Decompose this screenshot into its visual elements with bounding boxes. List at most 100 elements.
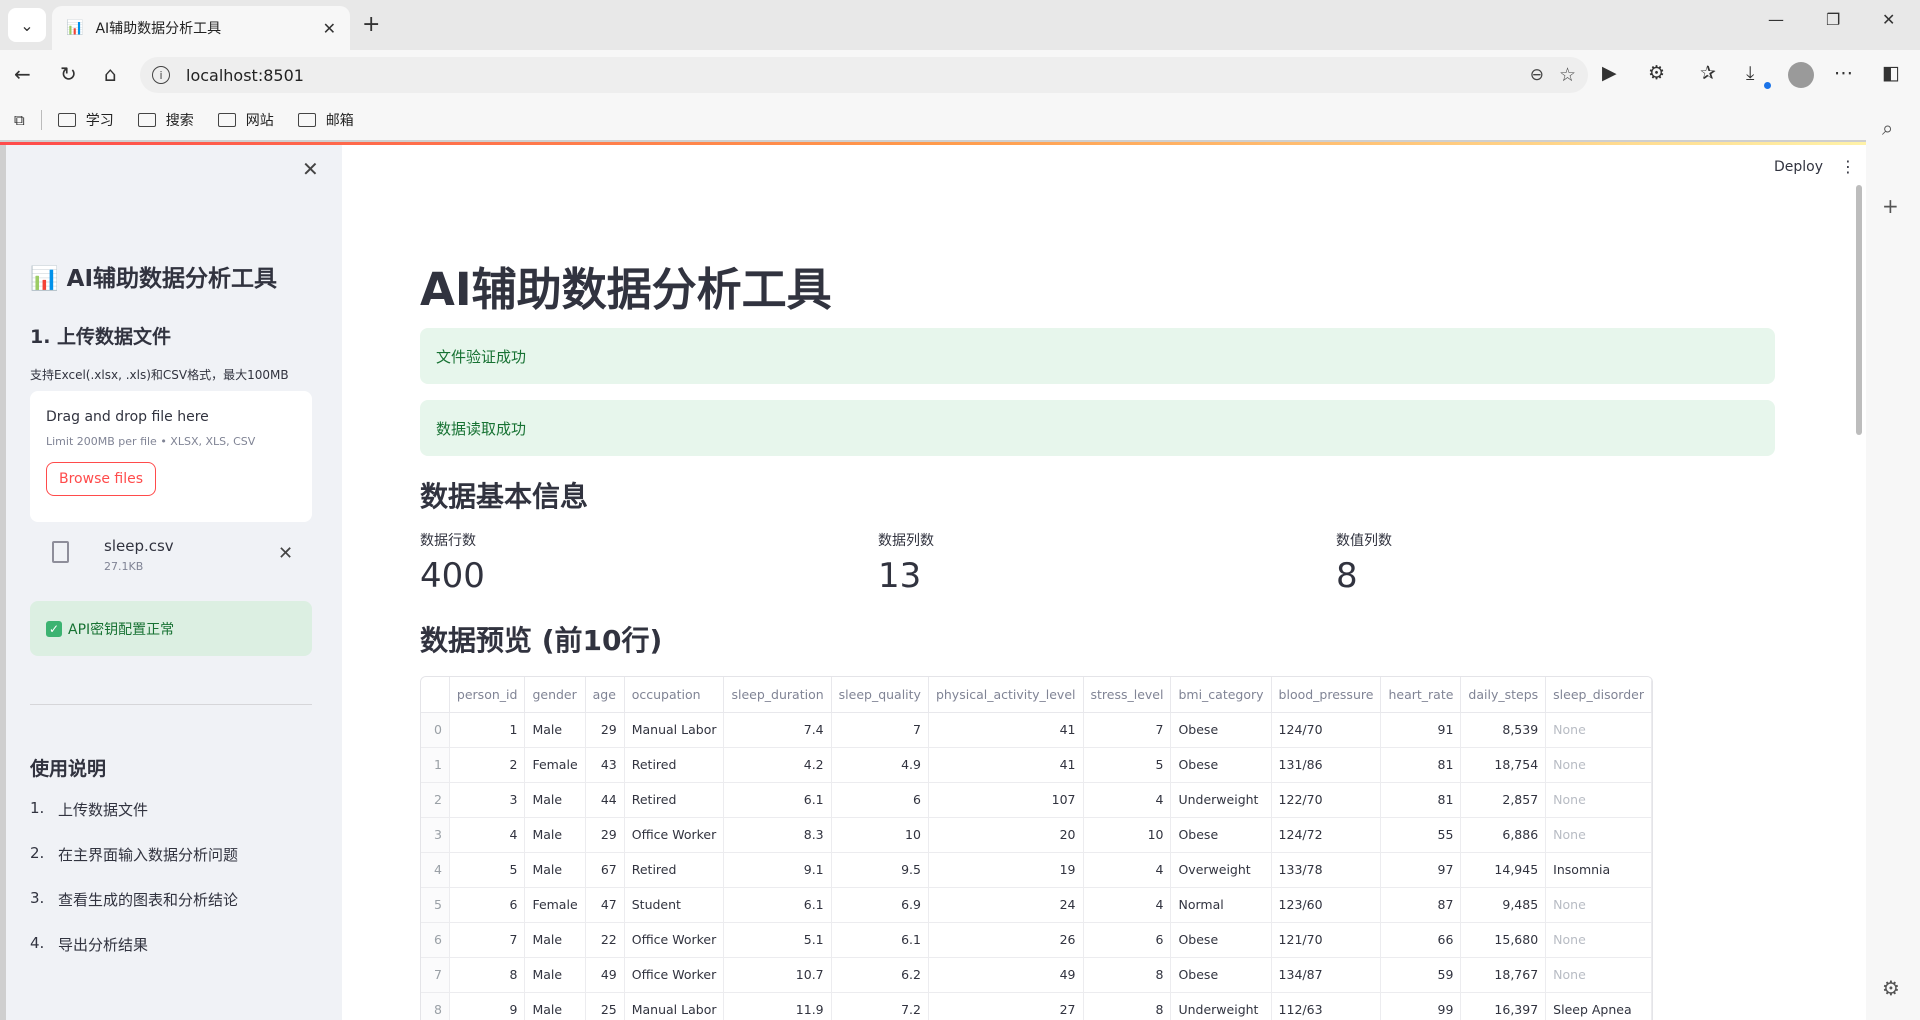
table-row[interactable]: 0 1 Male 29 Manual Labor 7.4 7 41 7 Obese 124/70 91… xyxy=(421,712,1652,748)
column-header[interactable]: sleep_quality xyxy=(831,677,929,713)
table-cell[interactable]: 7.2 xyxy=(831,992,929,1020)
column-header[interactable]: stress_level xyxy=(1083,677,1172,713)
table-cell[interactable]: 7.4 xyxy=(723,712,832,748)
table-cell[interactable]: 5 xyxy=(449,852,526,888)
table-cell[interactable]: 27 xyxy=(928,992,1084,1020)
table-cell[interactable]: 124/70 xyxy=(1271,712,1382,748)
table-cell[interactable]: 16,397 xyxy=(1460,992,1547,1020)
table-cell[interactable]: Male xyxy=(524,922,586,958)
table-cell[interactable]: Obese xyxy=(1170,817,1272,853)
table-cell[interactable]: 6,886 xyxy=(1460,817,1547,853)
more-options-icon[interactable]: ⋯ xyxy=(1834,62,1853,84)
column-header[interactable]: person_id xyxy=(449,677,526,713)
table-cell[interactable]: None xyxy=(1545,782,1652,818)
table-cell[interactable]: 14,945 xyxy=(1460,852,1547,888)
table-cell[interactable]: 124/72 xyxy=(1271,817,1382,853)
table-cell[interactable]: 44 xyxy=(585,782,625,818)
table-cell[interactable]: 131/86 xyxy=(1271,747,1382,783)
table-cell[interactable]: 7 xyxy=(1083,712,1172,748)
data-preview-table[interactable]: person_id gender age occupation sleep_durati… xyxy=(420,676,1653,1020)
table-cell[interactable]: 66 xyxy=(1380,922,1462,958)
table-cell[interactable]: Male xyxy=(524,782,586,818)
table-row[interactable]: 3 4 Male 29 Office Worker 8.3 10 20 10 Obese 124/7… xyxy=(421,817,1652,853)
table-cell[interactable]: 81 xyxy=(1380,782,1462,818)
table-cell[interactable]: 6 xyxy=(449,887,526,923)
table-cell[interactable]: 6 xyxy=(831,782,929,818)
table-cell[interactable]: 18,767 xyxy=(1460,957,1547,993)
table-cell[interactable]: 67 xyxy=(585,852,625,888)
table-cell[interactable]: 10 xyxy=(831,817,929,853)
table-cell[interactable]: Obese xyxy=(1170,957,1272,993)
table-cell[interactable]: 18,754 xyxy=(1460,747,1547,783)
table-cell[interactable]: 5 xyxy=(1083,747,1172,783)
column-header[interactable]: age xyxy=(585,677,625,713)
table-cell[interactable]: 49 xyxy=(928,957,1084,993)
table-cell[interactable]: Female xyxy=(524,747,586,783)
table-cell[interactable]: Obese xyxy=(1170,747,1272,783)
row-index-cell[interactable]: 2 xyxy=(421,782,450,818)
table-cell[interactable]: 8 xyxy=(1083,957,1172,993)
row-index-cell[interactable]: 7 xyxy=(421,957,450,993)
column-header[interactable]: gender xyxy=(524,677,586,713)
table-cell[interactable]: 19 xyxy=(928,852,1084,888)
downloads-icon[interactable]: ⤓ xyxy=(1746,62,1754,84)
table-cell[interactable]: Insomnia xyxy=(1545,852,1652,888)
table-cell[interactable]: Manual Labor xyxy=(624,992,725,1020)
table-row[interactable]: 2 3 Male 44 Retired 6.1 6 107 4 Underweight 122/70… xyxy=(421,782,1652,818)
table-cell[interactable]: 43 xyxy=(585,747,625,783)
table-cell[interactable]: 6.1 xyxy=(831,922,929,958)
table-row[interactable]: 8 9 Male 25 Manual Labor 11.9 7.2 27 8 Underweigh… xyxy=(421,992,1652,1020)
table-cell[interactable]: 4 xyxy=(1083,782,1172,818)
column-header[interactable]: occupation xyxy=(624,677,725,713)
table-cell[interactable]: 41 xyxy=(928,747,1084,783)
column-header[interactable]: heart_rate xyxy=(1380,677,1462,713)
site-info-icon[interactable]: i xyxy=(152,66,170,84)
table-cell[interactable]: 2 xyxy=(449,747,526,783)
table-cell[interactable]: Obese xyxy=(1170,712,1272,748)
row-index-cell[interactable]: 5 xyxy=(421,887,450,923)
table-cell[interactable]: 25 xyxy=(585,992,625,1020)
table-cell[interactable]: 107 xyxy=(928,782,1084,818)
table-cell[interactable]: 7 xyxy=(449,922,526,958)
row-index-cell[interactable]: 1 xyxy=(421,747,450,783)
table-row[interactable]: 6 7 Male 22 Office Worker 5.1 6.1 26 6 Obese 121/7… xyxy=(421,922,1652,958)
table-cell[interactable]: 6.1 xyxy=(723,782,832,818)
table-cell[interactable]: Student xyxy=(624,887,725,923)
table-cell[interactable]: 99 xyxy=(1380,992,1462,1020)
table-cell[interactable]: 8 xyxy=(1083,992,1172,1020)
table-cell[interactable]: 9.5 xyxy=(831,852,929,888)
table-cell[interactable]: 59 xyxy=(1380,957,1462,993)
table-cell[interactable]: None xyxy=(1545,922,1652,958)
table-cell[interactable]: 6 xyxy=(1083,922,1172,958)
table-row[interactable]: 7 8 Male 49 Office Worker 10.7 6.2 49 8 Obese 134/… xyxy=(421,957,1652,993)
table-cell[interactable]: Obese xyxy=(1170,922,1272,958)
table-cell[interactable]: 4 xyxy=(1083,887,1172,923)
table-cell[interactable]: None xyxy=(1545,712,1652,748)
file-dropzone[interactable]: Drag and drop file here Limit 200MB per … xyxy=(30,391,312,522)
table-cell[interactable]: 8 xyxy=(449,957,526,993)
column-header[interactable]: sleep_disorder xyxy=(1545,677,1652,713)
table-cell[interactable]: 49 xyxy=(585,957,625,993)
table-cell[interactable]: Office Worker xyxy=(624,922,725,958)
play-icon[interactable]: ▶ xyxy=(1602,62,1617,84)
main-menu-icon[interactable]: ⋮ xyxy=(1840,157,1856,176)
table-cell[interactable]: Normal xyxy=(1170,887,1272,923)
search-icon[interactable]: ⌕ xyxy=(1882,116,1893,140)
table-cell[interactable]: 87 xyxy=(1380,887,1462,923)
address-bar[interactable]: i localhost:8501 ⊖ ☆ xyxy=(140,57,1588,93)
minimize-icon[interactable]: — xyxy=(1768,10,1784,29)
table-cell[interactable]: 22 xyxy=(585,922,625,958)
table-cell[interactable]: 9 xyxy=(449,992,526,1020)
table-cell[interactable]: 5.1 xyxy=(723,922,832,958)
table-cell[interactable]: Male xyxy=(524,712,586,748)
table-cell[interactable]: 4 xyxy=(449,817,526,853)
column-header[interactable]: daily_steps xyxy=(1460,677,1547,713)
table-cell[interactable]: 2,857 xyxy=(1460,782,1547,818)
table-cell[interactable]: 6.1 xyxy=(723,887,832,923)
extensions-icon[interactable]: ⚙ xyxy=(1648,62,1665,84)
table-cell[interactable]: Underweight xyxy=(1170,782,1272,818)
table-cell[interactable]: 20 xyxy=(928,817,1084,853)
table-cell[interactable]: 122/70 xyxy=(1271,782,1382,818)
table-cell[interactable]: 29 xyxy=(585,817,625,853)
table-cell[interactable]: 29 xyxy=(585,712,625,748)
